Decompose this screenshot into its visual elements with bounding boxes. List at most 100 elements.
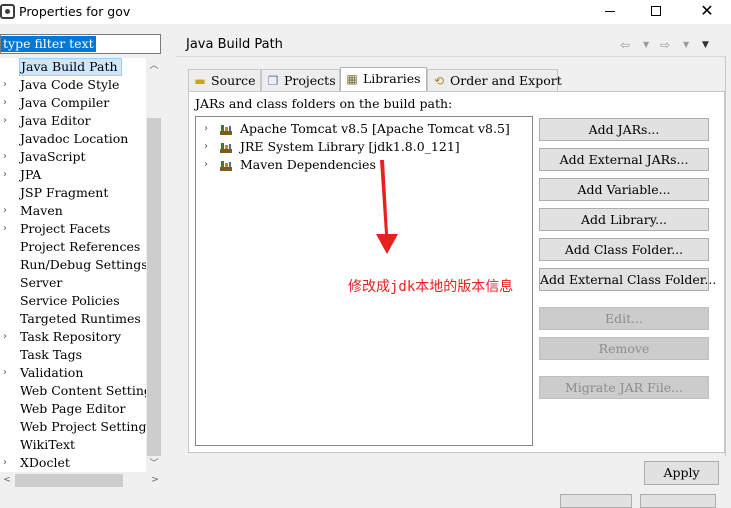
tree-item[interactable]: Server [0, 274, 146, 292]
expand-chevron-icon[interactable]: › [3, 220, 13, 238]
add-external-class-folder-button[interactable]: Add External Class Folder... [539, 268, 716, 291]
expand-chevron-icon[interactable]: › [3, 148, 13, 166]
add-library-button[interactable]: Add Library... [539, 208, 709, 231]
tree-item-label: Web Page Editor [20, 401, 126, 416]
libraries-heading: JARs and class folders on the build path… [195, 96, 453, 111]
close-button[interactable]: ✕ [684, 0, 730, 24]
tab-label: Source [211, 73, 256, 88]
add-class-folder-button[interactable]: Add Class Folder... [539, 238, 709, 261]
library-icon [220, 161, 232, 171]
source-folder-icon: ▬ [194, 74, 206, 88]
tree-item-label: Web Content Settings [20, 383, 159, 398]
tree-item[interactable]: › Java Code Style [0, 76, 146, 94]
tree-item[interactable]: › Task Repository [0, 328, 146, 346]
tab-projects[interactable]: ❐ Projects [261, 69, 340, 91]
tree-item[interactable]: Web Project Settings [0, 418, 153, 436]
apply-and-close-button[interactable] [560, 494, 632, 508]
library-icon [220, 143, 232, 153]
expand-chevron-icon[interactable]: › [3, 76, 13, 94]
annotation-arrow-icon [376, 160, 398, 254]
maximize-icon [651, 6, 661, 16]
expand-chevron-icon[interactable]: › [3, 202, 13, 220]
tree-item[interactable]: › Validation [0, 364, 146, 382]
order-export-icon: ⟲ [433, 74, 445, 88]
migrate-jar-file-button[interactable]: Migrate JAR File... [539, 376, 709, 399]
right-edge [725, 56, 731, 456]
tree-item-label: Targeted Runtimes [20, 311, 141, 326]
tree-item-label: Web Project Settings [20, 419, 153, 434]
tree-item[interactable]: › Maven [0, 202, 146, 220]
expand-chevron-icon[interactable]: › [3, 94, 13, 112]
window-title: Properties for gov [19, 4, 131, 19]
tree-item[interactable]: Task Tags [0, 346, 146, 364]
tree-item-label: WikiText [20, 437, 76, 452]
tree-item[interactable]: › JavaScript [0, 148, 146, 166]
tree-item[interactable]: Service Policies [0, 292, 146, 310]
tree-item[interactable]: Targeted Runtimes [0, 310, 146, 328]
tab-source[interactable]: ▬ Source [188, 69, 261, 91]
expand-chevron-icon[interactable]: › [204, 120, 214, 138]
cancel-button[interactable] [640, 494, 716, 508]
library-label: Maven Dependencies [240, 157, 376, 172]
expand-chevron-icon[interactable]: › [3, 166, 13, 184]
tree-item-label: Java Compiler [20, 95, 110, 110]
forward-menu-chevron-icon[interactable]: ▼ [683, 36, 689, 54]
property-page-tree: Java Build Path › Java Code Style › Java Com… [0, 58, 162, 472]
tree-item[interactable]: › JPA [0, 166, 146, 184]
tree-item-label: Java Editor [20, 113, 91, 128]
tab-libraries[interactable]: ▦ Libraries [340, 67, 427, 92]
tree-item-label: Java Code Style [20, 77, 120, 92]
tree-item[interactable]: Java Build Path [0, 58, 146, 76]
tree-item[interactable]: Run/Debug Settings [0, 256, 148, 274]
tree-item-label: Service Policies [20, 293, 120, 308]
library-icon [220, 125, 232, 135]
minimize-icon [605, 10, 615, 12]
tree-item[interactable]: Web Page Editor [0, 400, 146, 418]
scroll-left-icon[interactable]: < [0, 472, 14, 489]
tree-item[interactable]: › Project Facets [0, 220, 146, 238]
tab-label: Libraries [363, 71, 421, 86]
expand-chevron-icon[interactable]: › [204, 156, 214, 174]
scroll-down-icon[interactable]: ﹀ [146, 457, 162, 471]
view-menu-icon[interactable]: ▼ [702, 36, 709, 54]
filter-input-text: type filter text [1, 36, 96, 52]
tree-item[interactable]: Web Content Settings [0, 382, 158, 400]
tree-item-label: Java Build Path [19, 58, 122, 76]
filter-input[interactable]: type filter text [0, 34, 161, 54]
back-arrow-icon[interactable]: ⇦ [620, 36, 630, 54]
add-jars-button[interactable]: Add JARs... [539, 118, 709, 141]
maximize-button[interactable] [633, 0, 679, 24]
expand-chevron-icon[interactable]: › [3, 454, 13, 472]
apply-button[interactable]: Apply [644, 461, 719, 485]
tree-horizontal-scrollbar[interactable]: < > [0, 472, 162, 489]
tree-item[interactable]: WikiText [0, 436, 146, 454]
scroll-thumb[interactable] [147, 118, 161, 456]
remove-button[interactable]: Remove [539, 337, 709, 360]
tree-item[interactable]: JSP Fragment [0, 184, 146, 202]
forward-arrow-icon[interactable]: ⇨ [660, 36, 670, 54]
expand-chevron-icon[interactable]: › [3, 112, 13, 130]
eclipse-app-icon [0, 4, 15, 19]
add-external-jars-button[interactable]: Add External JARs... [539, 148, 709, 171]
projects-icon: ❐ [267, 74, 279, 88]
hscroll-thumb[interactable] [15, 474, 123, 487]
back-menu-chevron-icon[interactable]: ▼ [643, 36, 649, 54]
tree-item[interactable]: › XDoclet [0, 454, 146, 472]
tree-item[interactable]: Project References [0, 238, 146, 256]
scroll-right-icon[interactable]: > [148, 472, 162, 489]
edit-button[interactable]: Edit... [539, 307, 709, 330]
tree-item[interactable]: › Java Editor [0, 112, 146, 130]
tree-item-label: Task Tags [20, 347, 83, 362]
libraries-icon: ▦ [346, 72, 358, 86]
tab-order-and-export[interactable]: ⟲ Order and Export [427, 69, 562, 91]
scroll-up-icon[interactable]: ︿ [146, 59, 162, 73]
expand-chevron-icon[interactable]: › [204, 138, 214, 156]
tree-vertical-scrollbar[interactable]: ︿ ﹀ [146, 58, 162, 472]
expand-chevron-icon[interactable]: › [3, 328, 13, 346]
tree-item[interactable]: › Java Compiler [0, 94, 146, 112]
expand-chevron-icon[interactable]: › [3, 364, 13, 382]
minimize-button[interactable] [587, 0, 633, 24]
tree-item-label: Maven [20, 203, 63, 218]
add-variable-button[interactable]: Add Variable... [539, 178, 709, 201]
tree-item[interactable]: Javadoc Location [0, 130, 146, 148]
